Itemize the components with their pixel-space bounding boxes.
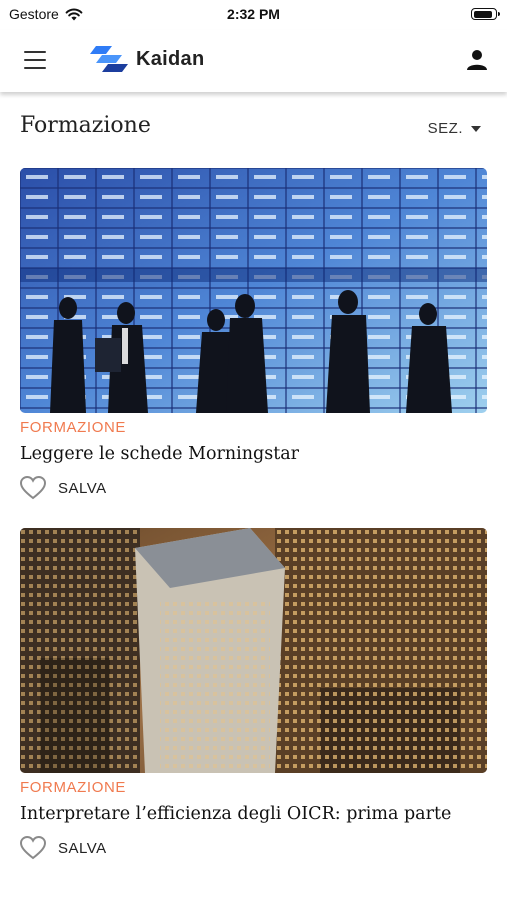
save-button[interactable]: SALVA [20, 836, 487, 860]
article-title[interactable]: Interpretare l’efficienza degli OICR: pr… [20, 804, 487, 824]
article-image-skyscrapers[interactable] [20, 528, 487, 773]
article-card[interactable]: FORMAZIONE Leggere le schede Morningstar… [20, 168, 487, 500]
page-title: Formazione [20, 113, 151, 138]
hamburger-menu-icon[interactable] [24, 51, 46, 69]
heart-outline-icon [20, 476, 46, 500]
battery-level [473, 10, 493, 18]
brand-logo[interactable]: Kaidan [90, 44, 204, 74]
status-time: 2:32 PM [227, 6, 280, 22]
battery-icon [471, 8, 500, 20]
save-button[interactable]: SALVA [20, 476, 487, 500]
kaidan-logo-icon [90, 46, 128, 72]
section-filter-dropdown[interactable]: SEZ. [428, 120, 481, 137]
app-bar: Kaidan [0, 30, 507, 92]
section-filter-label: SEZ. [427, 120, 463, 137]
status-bar: Gestore 2:32 PM [0, 0, 507, 30]
article-card[interactable]: FORMAZIONE Interpretare l’efficienza deg… [20, 528, 487, 860]
save-label: SALVA [58, 479, 107, 497]
heart-outline-icon [20, 836, 46, 860]
article-title[interactable]: Leggere le schede Morningstar [20, 444, 487, 464]
article-category: FORMAZIONE [20, 419, 126, 436]
user-icon[interactable] [465, 48, 489, 72]
save-label: SALVA [58, 839, 107, 857]
section-header: Formazione SEZ. [0, 92, 507, 168]
brand-name: Kaidan [136, 47, 205, 70]
article-image-stock-market[interactable] [20, 168, 487, 413]
caret-down-icon [471, 125, 481, 132]
article-category: FORMAZIONE [20, 779, 126, 796]
